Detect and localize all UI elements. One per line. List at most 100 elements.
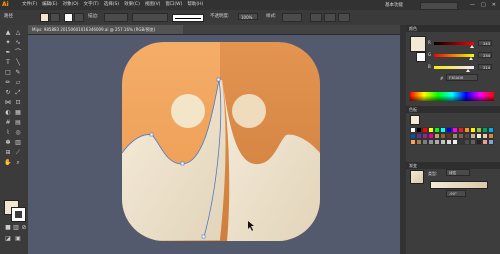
opacity-field[interactable]: 100% [238,13,258,20]
style-label: 样式: [266,14,277,19]
menu-window[interactable]: 窗口(W) [165,0,182,10]
variable-width-profile[interactable] [132,13,168,22]
width-tool-icon[interactable]: ⋈ [4,99,12,107]
minimize-button[interactable]: — [470,0,475,10]
gradient-tool-icon[interactable]: ▤ [14,119,22,127]
slider-track[interactable] [434,42,474,45]
graphic-style-dropdown[interactable] [282,13,302,22]
channel-label: R [428,40,431,45]
type-tool-icon[interactable]: T [4,59,12,67]
color-panel-stroke-swatch[interactable] [416,52,426,62]
eyedropper-tool-icon[interactable]: ⌇ [4,129,12,137]
slider-knob[interactable] [465,69,470,72]
brush-definition[interactable] [172,14,204,22]
artwork[interactable] [28,35,400,254]
panel-icon-strip [400,25,406,254]
maximize-button[interactable]: □ [481,0,486,10]
gradient-slider[interactable] [430,181,488,189]
shape-builder-tool-icon[interactable]: ◐ [4,109,12,117]
menu-view[interactable]: 视图(V) [145,0,161,10]
menu-file[interactable]: 文件(F) [22,0,37,10]
lasso-tool-icon[interactable]: ∿ [14,39,22,47]
menu-effect[interactable]: 效果(C) [124,0,140,10]
color-spectrum-bar[interactable] [410,92,494,101]
anchor-point[interactable] [180,161,185,166]
slice-tool-icon[interactable]: ⟋ [14,149,22,157]
blend-tool-icon[interactable]: ◎ [14,129,22,137]
gradient-panel-title[interactable]: 渐变 [406,162,500,169]
stroke-dropdown[interactable] [74,13,84,22]
fill-swatch[interactable] [40,13,49,22]
align-button[interactable] [310,13,322,22]
color-slider-r[interactable]: R 243 [428,40,494,48]
swatches-fill-indicator[interactable] [410,115,420,125]
channel-value-field[interactable]: 243 [478,40,492,46]
screen-mode-icon[interactable]: ▣ [14,235,22,243]
paintbrush-tool-icon[interactable]: ✎ [14,69,22,77]
color-slider-b[interactable]: B 214 [428,64,494,72]
transform-button[interactable] [324,13,336,22]
anchor-point[interactable] [149,132,154,137]
canvas[interactable] [28,35,400,254]
curvature-tool-icon[interactable]: ⌒ [14,49,22,57]
anchor-point[interactable] [216,77,221,82]
tools-panel: ▲ △ ✦ ∿ ✒ ⌒ T ╲ □ ✎ ✏ ▱ ↻ ⤢ ⋈ ⊡ ◐ ▦ # ▤ … [0,25,29,254]
free-transform-tool-icon[interactable]: ⊡ [14,99,22,107]
rotate-tool-icon[interactable]: ↻ [4,89,12,97]
menu-select[interactable]: 选择(S) [104,0,119,10]
color-swatch[interactable] [488,139,494,145]
fill-stroke-control[interactable] [4,200,26,222]
isolate-button[interactable] [338,13,350,22]
document-tab[interactable]: Mips: 985883 20150601016346009.ai @ 257.… [28,25,183,34]
color-panel-fill-swatch[interactable] [410,36,426,52]
menu-help[interactable]: 帮助(H) [187,0,203,10]
hex-label: # [440,76,444,81]
search-input[interactable] [420,2,458,10]
color-mode-icon[interactable]: ■ [4,224,12,232]
perspective-tool-icon[interactable]: ▦ [14,109,22,117]
slider-knob[interactable] [470,45,474,48]
channel-value-field[interactable]: 214 [478,64,492,70]
workspace-switcher[interactable]: 基本功能 [385,2,403,8]
hand-tool-icon[interactable]: ✋ [4,159,12,167]
gradient-mode-icon[interactable]: ▥ [12,224,20,232]
color-slider-g[interactable]: G 234 [428,52,494,60]
slider-knob[interactable] [468,57,473,60]
hex-value-field[interactable]: F3EAD6 [446,74,478,81]
column-graph-tool-icon[interactable]: ▥ [14,139,22,147]
opacity-label: 不透明度: [210,14,230,19]
draw-mode-icon[interactable]: ◪ [4,235,12,243]
stroke-weight-field[interactable] [104,13,128,22]
artboard-tool-icon[interactable]: ⊞ [4,149,12,157]
menu-bar: Ai 文件(F) 编辑(E) 对象(O) 文字(T) 选择(S) 效果(C) 视… [0,0,500,10]
eraser-tool-icon[interactable]: ▱ [14,79,22,87]
menu-object[interactable]: 对象(O) [62,0,78,10]
direct-selection-tool-icon[interactable]: △ [14,29,22,37]
pencil-tool-icon[interactable]: ✏ [4,79,12,87]
magic-wand-tool-icon[interactable]: ✦ [4,39,12,47]
swatches-panel-title[interactable]: 色板 [406,106,500,113]
color-panel-title[interactable]: 颜色 [406,25,500,32]
stroke-swatch[interactable] [64,13,73,22]
line-tool-icon[interactable]: ╲ [14,59,22,67]
menu-type[interactable]: 文字(T) [84,0,99,10]
stroke-color-box[interactable] [11,207,26,222]
channel-value-field[interactable]: 234 [478,52,492,58]
symbol-sprayer-tool-icon[interactable]: ✽ [4,139,12,147]
scale-tool-icon[interactable]: ⤢ [14,89,22,97]
mesh-tool-icon[interactable]: # [4,119,12,127]
swatch-grid[interactable] [410,127,494,157]
fill-dropdown[interactable] [50,13,60,22]
zoom-tool-icon[interactable]: ⌕ [14,159,22,167]
selection-tool-icon[interactable]: ▲ [4,29,12,37]
gradient-angle-field[interactable]: -90° [446,190,466,197]
none-mode-icon[interactable]: ⊘ [20,224,28,232]
menu-edit[interactable]: 编辑(E) [42,0,57,10]
gradient-type-dropdown[interactable]: 线性 [446,169,470,176]
pen-tool-icon[interactable]: ✒ [4,49,12,57]
close-button[interactable]: ✕ [492,0,496,10]
gradient-preview-swatch[interactable] [410,170,424,184]
rectangle-tool-icon[interactable]: □ [4,69,12,77]
anchor-point[interactable] [201,234,206,239]
app-icon-shape[interactable] [122,42,320,241]
